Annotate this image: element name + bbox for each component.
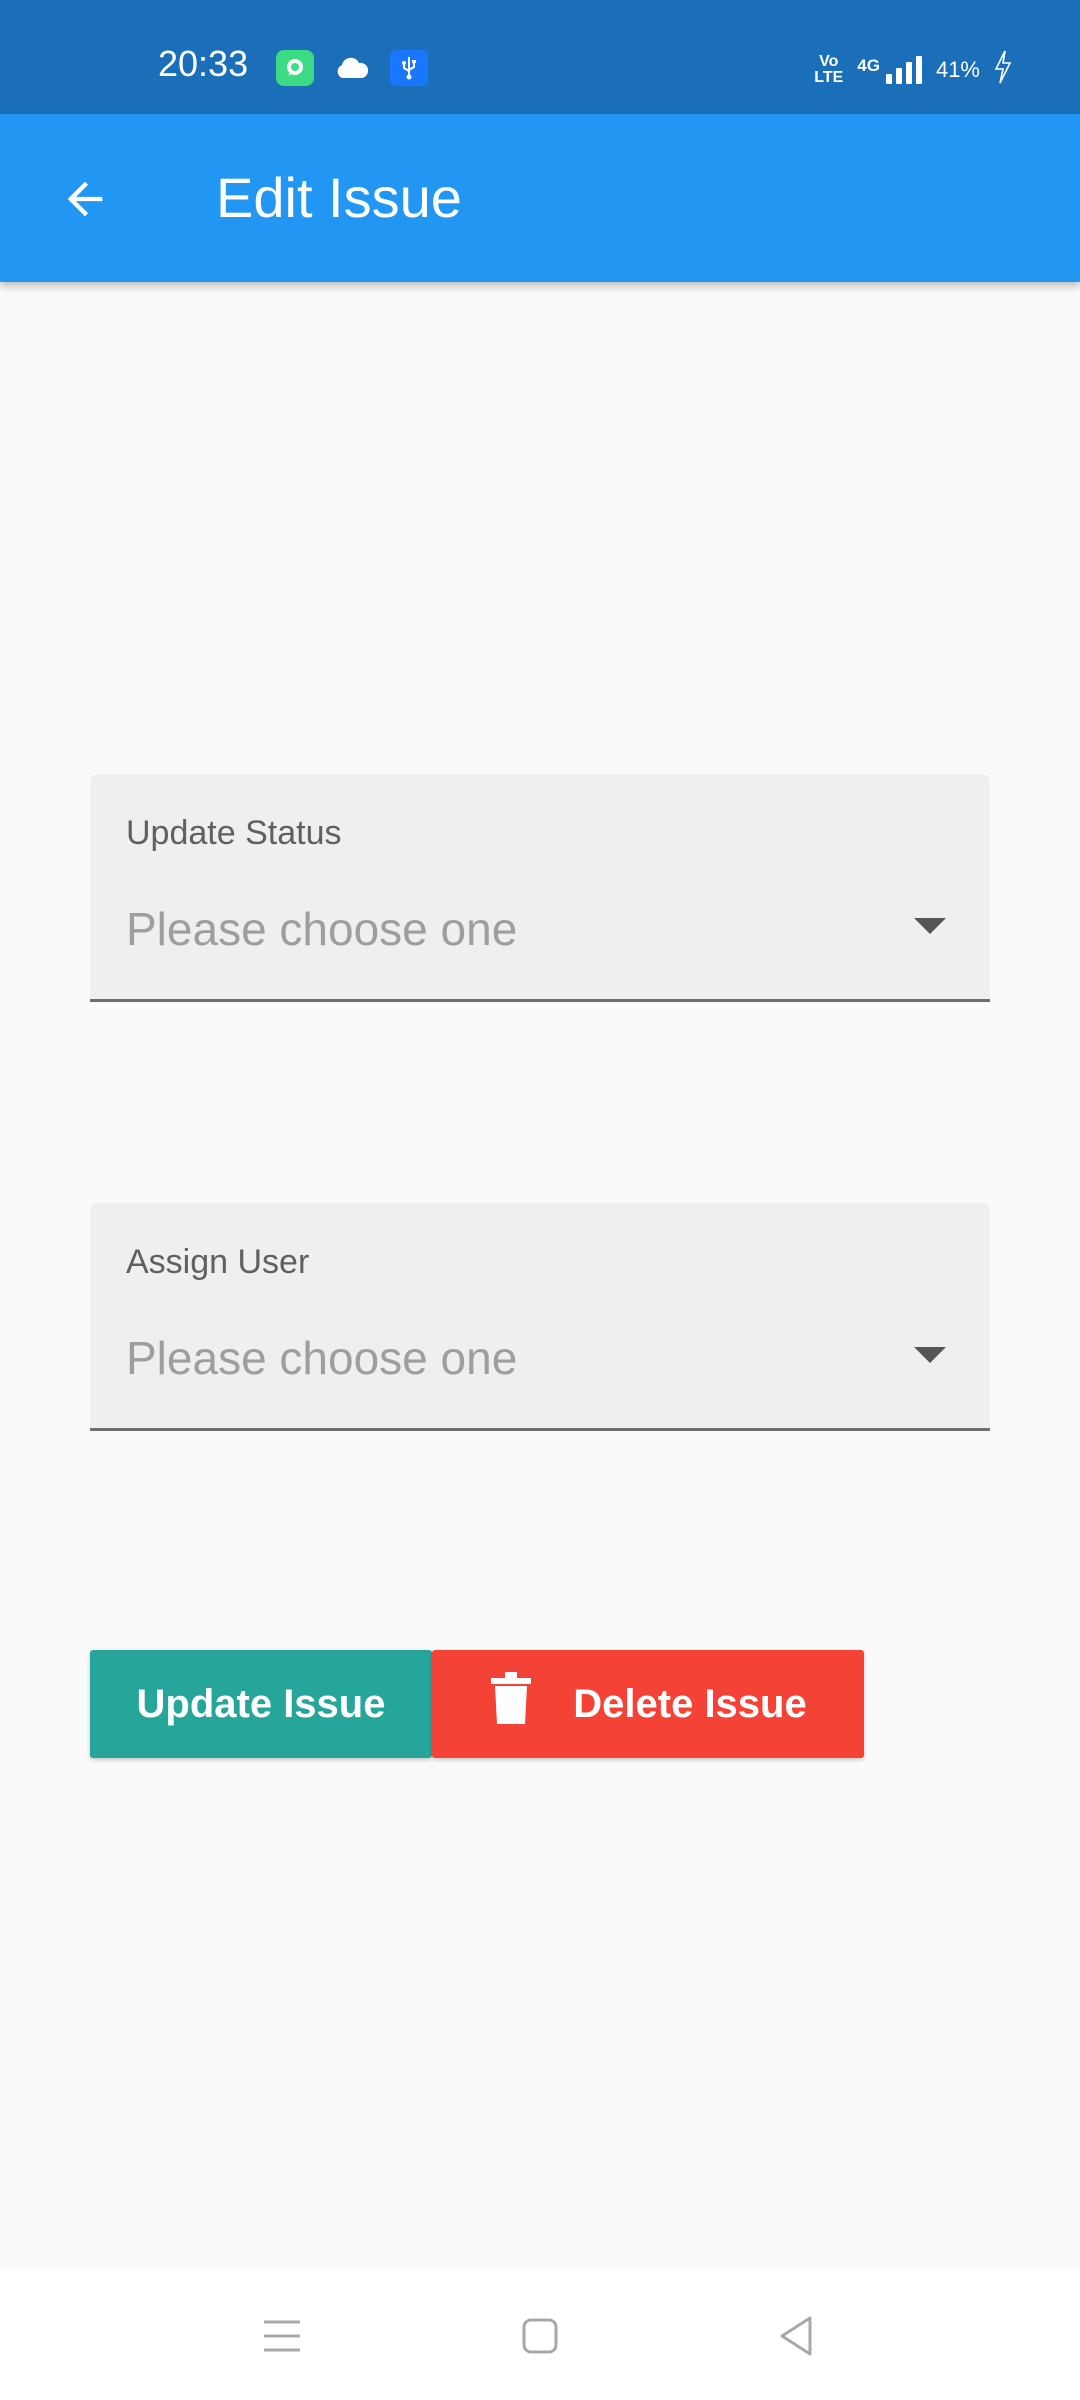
delete-issue-button[interactable]: Delete Issue xyxy=(432,1650,864,1758)
arrow-back-icon xyxy=(67,181,103,217)
update-issue-label: Update Issue xyxy=(136,1681,386,1726)
status-bar: 20:33 Vo LTE 4G 41% xyxy=(0,0,1080,114)
assign-user-placeholder: Please choose one xyxy=(126,1332,518,1384)
charging-icon xyxy=(994,50,1012,90)
assign-user-label: Assign User xyxy=(126,1243,310,1281)
network-type: 4G xyxy=(857,56,880,75)
menu-icon[interactable] xyxy=(252,2308,312,2364)
signal-bar xyxy=(895,68,902,84)
back-button[interactable] xyxy=(50,164,120,234)
volte-label-bottom: LTE xyxy=(814,69,844,86)
status-placeholder: Please choose one xyxy=(126,903,518,955)
signal-bar xyxy=(905,62,912,84)
signal-bar xyxy=(885,74,892,84)
battery-percent: 41% xyxy=(935,57,980,82)
app-bar: Edit Issue xyxy=(0,114,1080,282)
volte-label-top: Vo xyxy=(819,53,839,70)
signal-icon: 4G xyxy=(857,56,922,84)
system-nav-bar xyxy=(0,2268,1080,2400)
update-issue-button[interactable]: Update Issue xyxy=(90,1650,432,1758)
page-title: Edit Issue xyxy=(216,166,462,229)
assign-user-dropdown[interactable]: Assign User Please choose one xyxy=(90,1203,990,1431)
signal-bar xyxy=(915,56,922,84)
notification-icons xyxy=(276,50,428,86)
status-time: 20:33 xyxy=(158,43,249,84)
system-status-icons: Vo LTE 4G 41% xyxy=(814,50,1012,90)
home-icon[interactable] xyxy=(510,2308,570,2364)
volte-icon: Vo LTE xyxy=(814,54,843,86)
dropdown-arrow-icon xyxy=(914,1347,946,1363)
usb-icon xyxy=(390,50,428,86)
back-icon[interactable] xyxy=(766,2308,826,2364)
cloud-icon xyxy=(332,50,372,86)
delete-issue-label: Delete Issue xyxy=(573,1681,807,1726)
trash-icon xyxy=(489,1672,533,1736)
chat-icon xyxy=(276,50,314,86)
dropdown-arrow-icon xyxy=(914,918,946,934)
status-dropdown[interactable]: Update Status Please choose one xyxy=(90,774,990,1002)
status-label: Update Status xyxy=(126,814,342,852)
